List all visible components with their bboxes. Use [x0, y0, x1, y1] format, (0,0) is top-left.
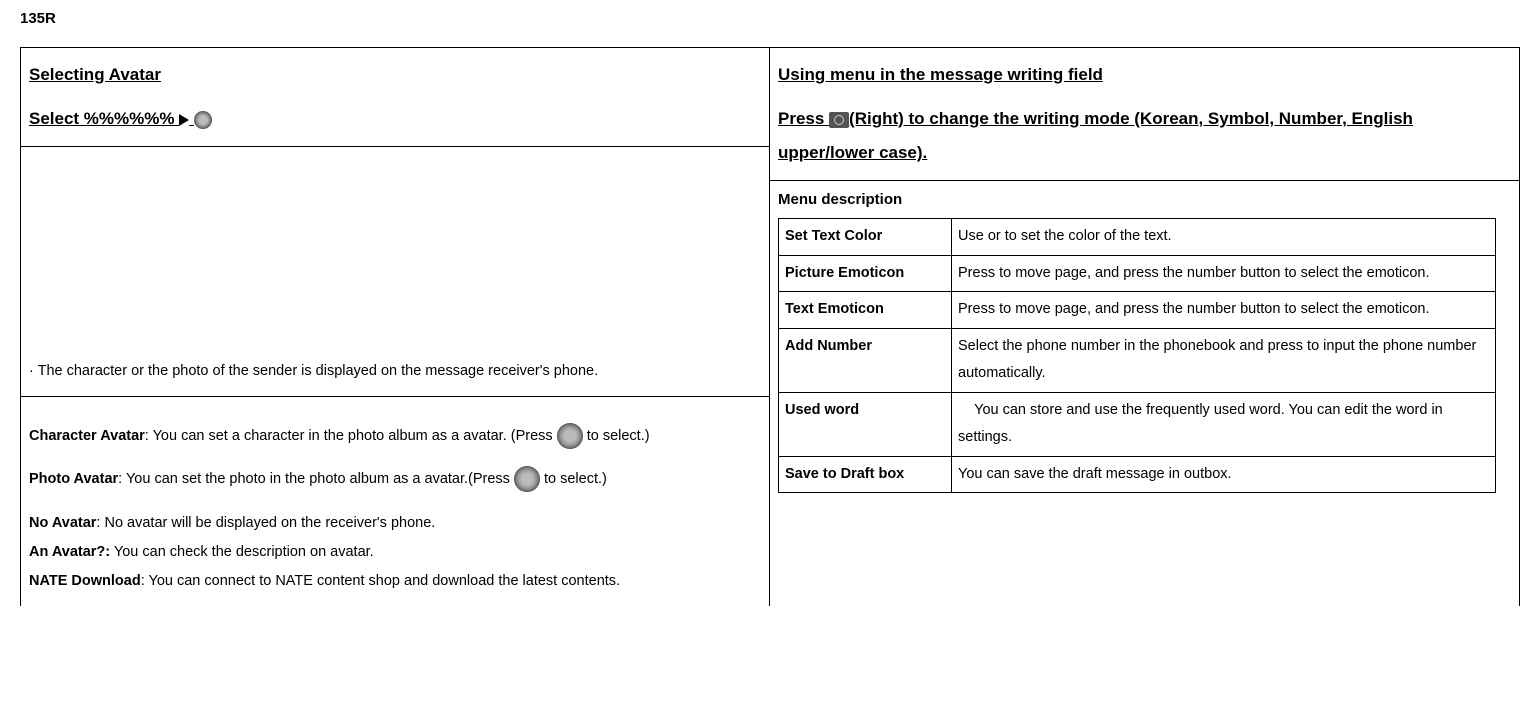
char-avatar-text-b: to select.) [583, 428, 650, 444]
nate-text: : You can connect to NATE content shop a… [141, 573, 620, 589]
row-desc: Press to move page, and press the number… [952, 255, 1496, 292]
photo-avatar-label: Photo Avatar [29, 471, 118, 487]
menu-description-section: Menu description Set Text Color Use or t… [770, 181, 1519, 503]
menu-table: Set Text Color Use or to set the color o… [778, 218, 1496, 493]
table-row: Used word You can store and use the freq… [779, 392, 1496, 456]
photo-avatar-text-b: to select.) [540, 471, 607, 487]
content-columns: Selecting Avatar Select %%%%%% · The cha… [20, 47, 1520, 606]
avatar-options: Character Avatar: You can set a characte… [21, 397, 769, 606]
triangle-right-icon [179, 114, 189, 126]
right-title-section: Using menu in the message writing field … [770, 48, 1519, 181]
left-column: Selecting Avatar Select %%%%%% · The cha… [21, 48, 770, 606]
selecting-avatar-title: Selecting Avatar [29, 58, 761, 92]
using-menu-title: Using menu in the message writing field [778, 58, 1511, 92]
row-desc: You can store and use the frequently use… [952, 392, 1496, 456]
nate-label: NATE Download [29, 573, 141, 589]
press-prefix: Press [778, 109, 829, 128]
page-header: 135R [20, 10, 1520, 27]
right-column: Using menu in the message writing field … [770, 48, 1519, 606]
menu-description-heading: Menu description [778, 191, 1511, 208]
dial-icon [557, 423, 583, 449]
row-desc: Select the phone number in the phonebook… [952, 328, 1496, 392]
photo-avatar-text-a: : You can set the photo in the photo alb… [118, 471, 514, 487]
dial-icon [194, 111, 212, 129]
row-desc: Press to move page, and press the number… [952, 292, 1496, 329]
row-name: Add Number [779, 328, 952, 392]
row-name: Save to Draft box [779, 456, 952, 493]
row-name: Set Text Color [779, 219, 952, 256]
row-name: Picture Emoticon [779, 255, 952, 292]
row-name: Text Emoticon [779, 292, 952, 329]
table-row: Set Text Color Use or to set the color o… [779, 219, 1496, 256]
row-name: Used word [779, 392, 952, 456]
camera-icon [829, 112, 849, 128]
table-row: Picture Emoticon Press to move page, and… [779, 255, 1496, 292]
sender-desc: · The character or the photo of the send… [29, 357, 761, 386]
no-avatar-label: No Avatar [29, 515, 96, 531]
char-avatar-text-a: : You can set a character in the photo a… [145, 428, 557, 444]
table-row: Save to Draft box You can save the draft… [779, 456, 1496, 493]
press-right-line: Press (Right) to change the writing mode… [778, 102, 1511, 170]
select-prefix: Select %%%%%% [29, 109, 179, 128]
dial-icon [514, 466, 540, 492]
char-avatar-label: Character Avatar [29, 428, 145, 444]
no-avatar-text: : No avatar will be displayed on the rec… [96, 515, 435, 531]
left-desc-section: · The character or the photo of the send… [21, 147, 769, 397]
an-avatar-text: You can check the description on avatar. [110, 544, 374, 560]
an-avatar-label: An Avatar?: [29, 544, 110, 560]
select-line: Select %%%%%% [29, 109, 212, 128]
row-desc: Use or to set the color of the text. [952, 219, 1496, 256]
table-row: Add Number Select the phone number in th… [779, 328, 1496, 392]
left-title-section: Selecting Avatar Select %%%%%% [21, 48, 769, 147]
table-row: Text Emoticon Press to move page, and pr… [779, 292, 1496, 329]
row-desc: You can save the draft message in outbox… [952, 456, 1496, 493]
press-suffix: (Right) to change the writing mode (Kore… [778, 109, 1413, 162]
